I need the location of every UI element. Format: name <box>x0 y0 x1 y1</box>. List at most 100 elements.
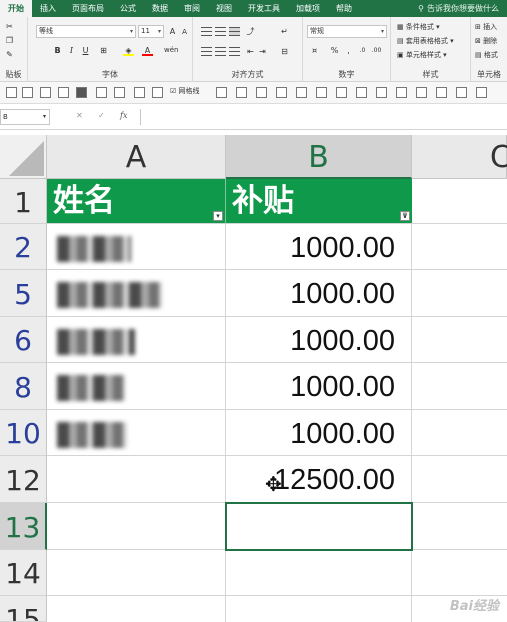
cell-a5[interactable] <box>47 270 226 317</box>
cell-c10[interactable] <box>412 410 507 456</box>
cell-b5[interactable]: 1000.00 <box>226 270 412 317</box>
row-header[interactable]: 6 <box>0 317 47 363</box>
tell-me-search[interactable]: ⚲ 告诉我你想要做什么 <box>410 0 507 17</box>
insert-cells-button[interactable]: ⊞ 插入 <box>475 22 497 32</box>
cell-c14[interactable] <box>412 550 507 596</box>
name-box[interactable]: B ▾ <box>0 109 50 125</box>
toolbar-tool-icon[interactable] <box>256 87 267 98</box>
row-header[interactable]: 5 <box>0 270 47 317</box>
cut-icon[interactable]: ✂ <box>4 21 15 32</box>
bold-button[interactable]: B <box>52 45 63 56</box>
toolbar-tool-icon[interactable] <box>416 87 427 98</box>
accounting-format-icon[interactable]: ¤ <box>309 45 320 56</box>
toolbar-tool-icon[interactable] <box>152 87 163 98</box>
column-header-b[interactable]: B <box>226 135 412 179</box>
increase-decimal-icon[interactable]: .0 <box>357 45 368 56</box>
row-header[interactable]: 14 <box>0 550 47 596</box>
bottom-align-icon[interactable] <box>229 27 240 36</box>
confirm-icon[interactable]: ✓ <box>98 111 105 120</box>
tab-insert[interactable]: 插入 <box>32 0 64 17</box>
decrease-indent-icon[interactable]: ⇤ <box>245 46 256 57</box>
fill-color-icon[interactable]: ◈ <box>123 45 134 56</box>
copy-icon[interactable]: ❐ <box>4 35 15 46</box>
merge-center-icon[interactable]: ⊟ <box>279 46 290 57</box>
toolbar-tool-icon[interactable] <box>6 87 17 98</box>
tab-review[interactable]: 审阅 <box>176 0 208 17</box>
font-name-select[interactable]: 等线 ▾ <box>36 25 136 38</box>
cell-c1[interactable] <box>412 179 507 224</box>
cell-b1[interactable]: 补贴 ⊽ <box>226 179 412 224</box>
cell-a2[interactable] <box>47 224 226 270</box>
cell-b10[interactable]: 1000.00 <box>226 410 412 456</box>
phonetic-button[interactable]: wén <box>164 45 178 56</box>
filter-icon[interactable] <box>76 87 87 98</box>
underline-button[interactable]: U <box>80 45 91 56</box>
tab-developer[interactable]: 开发工具 <box>240 0 288 17</box>
increase-indent-icon[interactable]: ⇥ <box>257 46 268 57</box>
select-all-corner[interactable] <box>0 135 47 179</box>
cancel-icon[interactable]: ✕ <box>76 111 83 120</box>
cell-c12[interactable] <box>412 456 507 503</box>
tab-home[interactable]: 开始 <box>0 0 32 17</box>
cell-b12[interactable]: 12500.00 <box>226 456 412 503</box>
conditional-formatting-button[interactable]: ▦ 条件格式 ▾ <box>397 22 440 32</box>
toolbar-tool-icon[interactable] <box>216 87 227 98</box>
percent-button[interactable]: % <box>329 45 340 56</box>
font-size-select[interactable]: 11 ▾ <box>138 25 164 38</box>
increase-font-icon[interactable]: A <box>167 26 178 37</box>
row-header[interactable]: 10 <box>0 410 47 456</box>
formula-input[interactable] <box>140 109 507 125</box>
align-left-icon[interactable] <box>201 47 212 56</box>
toolbar-tool-icon[interactable] <box>40 87 51 98</box>
tab-page-layout[interactable]: 页面布局 <box>64 0 112 17</box>
toolbar-tool-icon[interactable] <box>456 87 467 98</box>
cell-a14[interactable] <box>47 550 226 596</box>
cell-c2[interactable] <box>412 224 507 270</box>
toolbar-tool-icon[interactable] <box>58 87 69 98</box>
active-cell-selection[interactable] <box>225 502 413 551</box>
toolbar-tool-icon[interactable] <box>114 87 125 98</box>
row-header[interactable]: 8 <box>0 363 47 410</box>
cell-b15[interactable] <box>226 596 412 622</box>
cell-a6[interactable] <box>47 317 226 363</box>
row-header[interactable]: 13 <box>0 503 47 550</box>
cell-a8[interactable] <box>47 363 226 410</box>
insert-function-icon[interactable]: fx <box>120 111 127 120</box>
cell-a15[interactable] <box>47 596 226 622</box>
column-header-a[interactable]: A <box>47 135 226 179</box>
format-as-table-button[interactable]: ▤ 套用表格格式 ▾ <box>397 36 454 46</box>
row-header[interactable]: 2 <box>0 224 47 270</box>
tab-view[interactable]: 视图 <box>208 0 240 17</box>
cell-a10[interactable] <box>47 410 226 456</box>
font-color-button[interactable]: A <box>142 45 153 56</box>
delete-cells-button[interactable]: ⊠ 删除 <box>475 36 497 46</box>
filter-dropdown-icon[interactable]: ▾ <box>213 211 223 221</box>
tab-data[interactable]: 数据 <box>144 0 176 17</box>
toolbar-tool-icon[interactable] <box>336 87 347 98</box>
toolbar-tool-icon[interactable] <box>396 87 407 98</box>
middle-align-icon[interactable] <box>215 27 226 36</box>
orientation-icon[interactable]: ⤴ <box>245 26 256 37</box>
cell-a12[interactable] <box>47 456 226 503</box>
italic-button[interactable]: I <box>66 45 77 56</box>
top-align-icon[interactable] <box>201 27 212 36</box>
toolbar-tool-icon[interactable] <box>476 87 487 98</box>
row-header[interactable]: 1 <box>0 179 47 224</box>
cell-a13[interactable] <box>47 503 226 550</box>
comma-button[interactable]: , <box>343 45 354 56</box>
cell-b6[interactable]: 1000.00 <box>226 317 412 363</box>
toolbar-tool-icon[interactable] <box>376 87 387 98</box>
toolbar-tool-icon[interactable] <box>134 87 145 98</box>
tab-formulas[interactable]: 公式 <box>112 0 144 17</box>
format-cells-button[interactable]: ▤ 格式 <box>475 50 498 60</box>
cell-styles-button[interactable]: ▣ 单元格样式 ▾ <box>397 50 447 60</box>
number-format-select[interactable]: 常规 ▾ <box>307 25 387 38</box>
cell-a1[interactable]: 姓名 ▾ <box>47 179 226 224</box>
cell-c6[interactable] <box>412 317 507 363</box>
row-header[interactable]: 15 <box>0 596 47 622</box>
toolbar-tool-icon[interactable] <box>316 87 327 98</box>
tab-add-ins[interactable]: 加载项 <box>288 0 328 17</box>
cell-b8[interactable]: 1000.00 <box>226 363 412 410</box>
borders-icon[interactable]: ⊞ <box>98 45 109 56</box>
toolbar-tool-icon[interactable] <box>22 87 33 98</box>
